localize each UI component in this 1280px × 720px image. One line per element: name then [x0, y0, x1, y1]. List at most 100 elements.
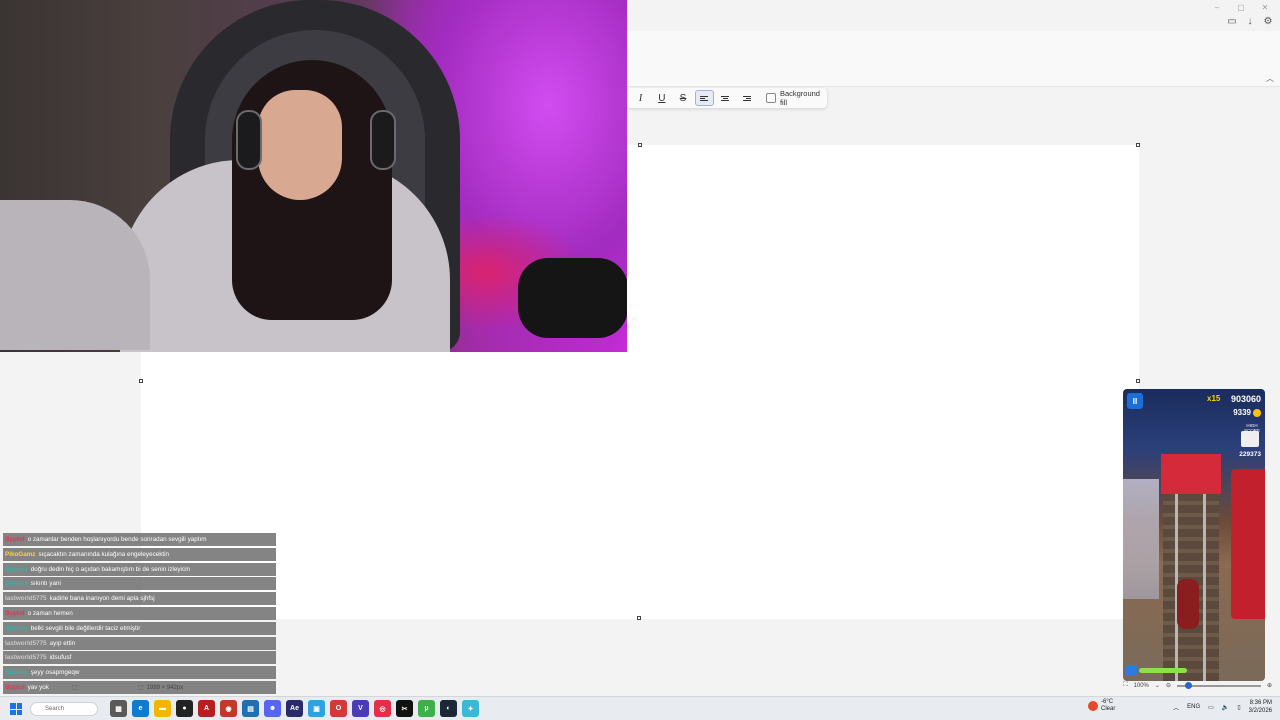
- weather-temp: -6°C: [1101, 699, 1114, 705]
- microphone: [518, 258, 627, 338]
- italic-button[interactable]: I: [631, 90, 650, 106]
- chat-username: Byptol: [5, 536, 25, 543]
- underline-button[interactable]: U: [652, 90, 671, 106]
- maximize-button[interactable]: ▢: [1234, 2, 1248, 12]
- record-icon[interactable]: ◎: [374, 700, 391, 717]
- canvas-dimensions: ⬚ 1989 × 942px: [138, 684, 183, 692]
- chat-text: o zaman hemen: [27, 609, 73, 617]
- network-icon[interactable]: ▭: [1208, 704, 1214, 711]
- download-icon[interactable]: ↓: [1244, 15, 1256, 27]
- taskbar-search[interactable]: Search: [30, 702, 98, 716]
- background-fill-toggle[interactable]: Background fill: [766, 89, 827, 107]
- language-indicator[interactable]: ENG: [1187, 704, 1200, 710]
- file-explorer-icon[interactable]: ▬: [154, 700, 171, 717]
- game-runner: [1177, 579, 1199, 629]
- store-icon[interactable]: ▤: [242, 700, 259, 717]
- chat-message: PikoGamz sıçacaktın zamanında kulağına en…: [3, 547, 276, 561]
- chat-text: belki sevgili bile değillerdir taciz etm…: [30, 624, 141, 632]
- resize-handle-right[interactable]: [1136, 379, 1140, 383]
- clock[interactable]: 8:36 PM 3/2/2026: [1249, 699, 1272, 715]
- chat-message: Spooky doğru dedin hiç o açıdan bakamıştı…: [3, 562, 276, 576]
- align-right-icon: [742, 95, 751, 101]
- ribbon: [627, 31, 1280, 87]
- game-train: [1161, 454, 1221, 494]
- webcam-feed: [0, 0, 627, 352]
- resize-handle-bottom[interactable]: [637, 616, 641, 620]
- powerup-meter: [1125, 665, 1189, 675]
- edge-icon[interactable]: e: [132, 700, 149, 717]
- chat-text: sıçacaktın zamanında kulağına engeleyece…: [38, 550, 170, 558]
- zoom-slider[interactable]: [1176, 681, 1261, 689]
- chat-username: Byptol: [5, 609, 25, 617]
- game-score: 903060: [1230, 394, 1261, 404]
- chat-text: ayıp ettin: [49, 639, 76, 647]
- resize-handle-top-left[interactable]: [638, 143, 642, 147]
- webcam-face: [258, 90, 342, 200]
- close-button[interactable]: ✕: [1258, 2, 1272, 12]
- battery-icon[interactable]: ▯: [1237, 704, 1240, 711]
- align-right-button[interactable]: [737, 90, 756, 106]
- start-button[interactable]: [10, 703, 22, 715]
- zoom-controls: ⛶ 100% ⌄ ⊖ ⊕: [1123, 681, 1272, 689]
- chat-username: lastworld5775: [5, 595, 47, 603]
- status-bar: ⬚ ⬚ 1989 × 942px ⛶ 100% ⌄ ⊖ ⊕: [0, 680, 1280, 694]
- headphone-left: [236, 110, 262, 170]
- paint-icon[interactable]: ▣: [308, 700, 325, 717]
- top-right-tools: ▭ ↓ ⚙: [1226, 15, 1274, 27]
- opera-icon[interactable]: O: [330, 700, 347, 717]
- align-center-icon: [721, 95, 730, 101]
- clock-date: 3/2/2026: [1248, 708, 1272, 714]
- zoom-percent[interactable]: 100%: [1134, 683, 1149, 689]
- tray-overflow-icon[interactable]: ︿: [1173, 703, 1179, 712]
- capcut-icon[interactable]: ✂: [396, 700, 413, 717]
- taskbar-apps: ▦ e ▬ ● A ◉ ▤ ☻ Ae ▣ O V ◎ ✂ µ ◐ ✦: [110, 700, 479, 717]
- chrome-icon[interactable]: ◉: [220, 700, 237, 717]
- chat-text: kadirle bana inanıyon demi apla sjhfsj: [49, 595, 155, 603]
- score-multiplier: x15: [1207, 394, 1221, 403]
- share-icon[interactable]: ▭: [1226, 15, 1238, 27]
- adobe-icon[interactable]: A: [198, 700, 215, 717]
- chat-text: şeyy osapmgeqw: [30, 669, 80, 677]
- utorrent-icon[interactable]: µ: [418, 700, 435, 717]
- chat-text: idsufusf: [49, 654, 72, 662]
- resize-handle-top-right[interactable]: [1136, 143, 1140, 147]
- discord-icon[interactable]: ☻: [264, 700, 281, 717]
- chat-message: Byptol o zaman hemen: [3, 606, 276, 620]
- collapse-ribbon-icon[interactable]: ︿: [1266, 73, 1274, 84]
- chat-text: doğru dedin hiç o açıdan bakamıştım bi d…: [30, 565, 191, 573]
- chat-message: lastworld5775 ayıp ettin: [3, 636, 276, 650]
- zoom-in-icon[interactable]: ⊕: [1267, 682, 1272, 689]
- chat-username: Spooky: [5, 565, 28, 573]
- settings-icon[interactable]: ⚙: [1262, 15, 1274, 27]
- minimize-button[interactable]: –: [1210, 2, 1224, 12]
- obs-icon[interactable]: ●: [176, 700, 193, 717]
- align-center-button[interactable]: [716, 90, 735, 106]
- zoom-out-icon[interactable]: ⊖: [1166, 682, 1171, 689]
- coin-count: 9339: [1233, 408, 1251, 417]
- chat-username: Spooky: [5, 624, 28, 632]
- game-rail: [1175, 481, 1178, 681]
- fit-to-window-icon[interactable]: ⛶: [1123, 682, 1127, 689]
- zoom-slider-knob[interactable]: [1184, 681, 1192, 689]
- chat-username: Spooky: [5, 580, 28, 588]
- after-effects-icon[interactable]: Ae: [286, 700, 303, 717]
- weather-widget[interactable]: -6°C Clear: [1088, 699, 1115, 713]
- task-view-icon[interactable]: ▦: [110, 700, 127, 717]
- weather-desc: Clear: [1101, 706, 1116, 712]
- game-app-icon[interactable]: ✦: [462, 700, 479, 717]
- strikethrough-button[interactable]: S: [673, 90, 692, 106]
- chat-username: lastworld5775: [5, 639, 47, 647]
- resize-handle-left[interactable]: [139, 379, 143, 383]
- vpn-icon[interactable]: V: [352, 700, 369, 717]
- high-score-avatar: [1241, 431, 1259, 447]
- background-fill-checkbox[interactable]: [766, 93, 776, 103]
- background-fill-label: Background fill: [779, 89, 820, 107]
- steam-icon[interactable]: ◐: [440, 700, 457, 717]
- zoom-dropdown-icon[interactable]: ⌄: [1155, 682, 1160, 689]
- align-left-button[interactable]: [694, 90, 714, 106]
- chat-message: Byptol o zamanlar benden hoşlanıyordu ben…: [3, 533, 276, 546]
- pause-button[interactable]: II: [1127, 393, 1143, 409]
- chat-message: Spooky sıkıntı yani: [3, 577, 276, 591]
- chat-username: PikoGamz: [5, 550, 36, 558]
- volume-icon[interactable]: 🔈: [1222, 704, 1229, 711]
